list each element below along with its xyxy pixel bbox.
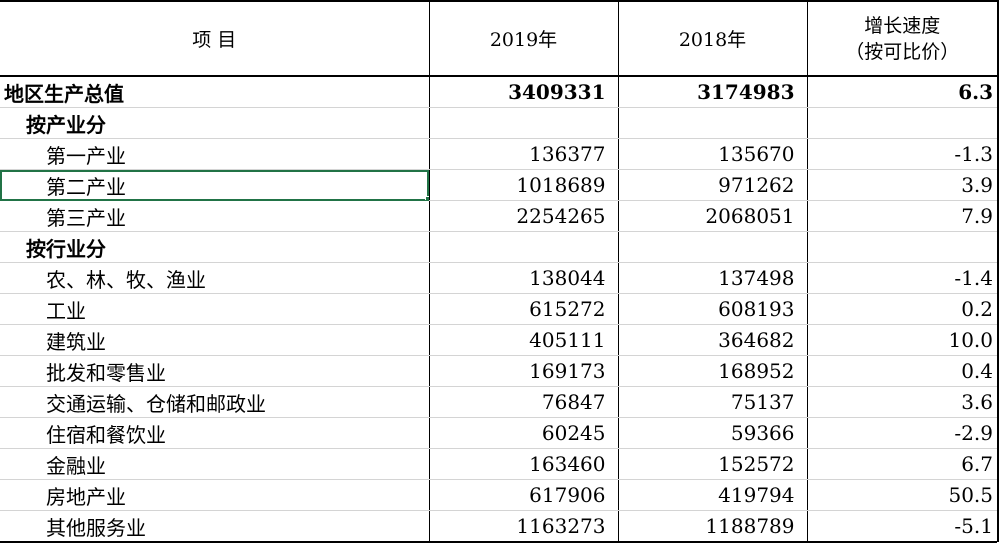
row-label-cell[interactable]: 住宿和餐饮业 bbox=[0, 417, 429, 449]
value-2019-cell[interactable]: 136377 bbox=[428, 138, 618, 170]
table-row: 农、林、牧、渔业 138044 137498 -1.4 bbox=[0, 262, 997, 294]
table-row: 房地产业 617906 419794 50.5 bbox=[0, 479, 997, 511]
table-row: 工业 615272 608193 0.2 bbox=[0, 293, 997, 325]
header-2019-label: 2019年 bbox=[489, 29, 558, 51]
value-2018-cell[interactable]: 2068051 bbox=[617, 200, 807, 232]
value-2018-cell[interactable]: 364682 bbox=[617, 324, 807, 356]
growth-cell[interactable]: -1.4 bbox=[806, 262, 997, 294]
row-label-cell[interactable]: 按产业分 bbox=[0, 107, 429, 139]
growth-cell[interactable] bbox=[806, 231, 997, 263]
growth-cell[interactable] bbox=[806, 107, 997, 139]
value-2018-cell[interactable]: 152572 bbox=[617, 448, 807, 480]
row-label-cell[interactable]: 工业 bbox=[0, 293, 429, 325]
value-2019-cell[interactable]: 1018689 bbox=[428, 169, 618, 201]
value-2018-cell[interactable]: 135670 bbox=[617, 138, 807, 170]
value-2019-cell[interactable]: 2254265 bbox=[428, 200, 618, 232]
value-2019-cell[interactable]: 163460 bbox=[428, 448, 618, 480]
header-growth-label: 增长速度 bbox=[864, 14, 941, 37]
value-2019-cell[interactable]: 138044 bbox=[428, 262, 618, 294]
growth-cell[interactable]: 6.7 bbox=[806, 448, 997, 480]
value-2018-cell[interactable]: 168952 bbox=[617, 355, 807, 387]
value-2019-cell[interactable] bbox=[428, 107, 618, 139]
header-growth-cell[interactable]: 增长速度 （按可比价） bbox=[806, 0, 997, 77]
selection-fill-handle[interactable] bbox=[424, 196, 429, 200]
value-2018-cell[interactable] bbox=[617, 107, 807, 139]
table-row: 住宿和餐饮业 60245 59366 -2.9 bbox=[0, 417, 997, 449]
growth-cell[interactable]: 3.6 bbox=[806, 386, 997, 418]
value-2018-cell[interactable]: 608193 bbox=[617, 293, 807, 325]
selected-cell[interactable]: 第二产业 bbox=[0, 169, 429, 201]
row-label-cell[interactable]: 第三产业 bbox=[0, 200, 429, 232]
table-body: 地区生产总值 3409331 3174983 6.3 按产业分 第一产业 136377 135… bbox=[0, 76, 997, 543]
value-2019-cell[interactable]: 169173 bbox=[428, 355, 618, 387]
value-2018-cell[interactable]: 3174983 bbox=[617, 76, 807, 108]
header-growth-sublabel: （按可比价） bbox=[845, 40, 960, 63]
row-label-cell[interactable]: 第一产业 bbox=[0, 138, 429, 170]
value-2018-cell[interactable]: 419794 bbox=[617, 479, 807, 511]
table-row: 批发和零售业 169173 168952 0.4 bbox=[0, 355, 997, 387]
header-2018-label: 2018年 bbox=[678, 29, 747, 51]
value-2018-cell[interactable]: 971262 bbox=[617, 169, 807, 201]
value-2018-cell[interactable]: 137498 bbox=[617, 262, 807, 294]
table-row: 建筑业 405111 364682 10.0 bbox=[0, 324, 997, 356]
table-row: 其他服务业 1163273 1188789 -5.1 bbox=[0, 510, 997, 543]
growth-cell[interactable]: 3.9 bbox=[806, 169, 997, 201]
table-row: 金融业 163460 152572 6.7 bbox=[0, 448, 997, 480]
row-label-cell[interactable]: 建筑业 bbox=[0, 324, 429, 356]
growth-cell[interactable]: 10.0 bbox=[806, 324, 997, 356]
value-2019-cell[interactable]: 3409331 bbox=[428, 76, 618, 108]
table-row: 地区生产总值 3409331 3174983 6.3 bbox=[0, 76, 997, 108]
value-2019-cell[interactable]: 1163273 bbox=[428, 510, 618, 543]
row-label-cell[interactable]: 其他服务业 bbox=[0, 510, 429, 543]
value-2019-cell[interactable] bbox=[428, 231, 618, 263]
table-row: 第一产业 136377 135670 -1.3 bbox=[0, 138, 997, 170]
table-row: 第三产业 2254265 2068051 7.9 bbox=[0, 200, 997, 232]
header-item-label: 项 目 bbox=[192, 29, 237, 51]
header-2018-cell[interactable]: 2018年 bbox=[617, 0, 807, 77]
header-2019-cell[interactable]: 2019年 bbox=[428, 0, 618, 77]
row-label-cell[interactable]: 房地产业 bbox=[0, 479, 429, 511]
header-item-cell[interactable]: 项 目 bbox=[0, 0, 429, 77]
row-label-cell[interactable]: 按行业分 bbox=[0, 231, 429, 263]
table-header: 项 目 2019年 2018年 增长速度 （按可比价） bbox=[0, 0, 997, 77]
table-row: 第二产业 1018689 971262 3.9 bbox=[0, 169, 997, 201]
value-2019-cell[interactable]: 617906 bbox=[428, 479, 618, 511]
value-2018-cell[interactable]: 75137 bbox=[617, 386, 807, 418]
row-label-cell[interactable]: 交通运输、仓储和邮政业 bbox=[0, 386, 429, 418]
row-label-cell[interactable]: 地区生产总值 bbox=[0, 76, 429, 108]
value-2018-cell[interactable]: 59366 bbox=[617, 417, 807, 449]
growth-cell[interactable]: 50.5 bbox=[806, 479, 997, 511]
table-row: 交通运输、仓储和邮政业 76847 75137 3.6 bbox=[0, 386, 997, 418]
value-2018-cell[interactable] bbox=[617, 231, 807, 263]
table-row: 按行业分 bbox=[0, 231, 997, 263]
value-2019-cell[interactable]: 76847 bbox=[428, 386, 618, 418]
growth-cell[interactable]: 6.3 bbox=[806, 76, 997, 108]
growth-cell[interactable]: -2.9 bbox=[806, 417, 997, 449]
value-2019-cell[interactable]: 405111 bbox=[428, 324, 618, 356]
growth-cell[interactable]: -1.3 bbox=[806, 138, 997, 170]
table-row: 按产业分 bbox=[0, 107, 997, 139]
growth-cell[interactable]: -5.1 bbox=[806, 510, 997, 543]
growth-cell[interactable]: 0.4 bbox=[806, 355, 997, 387]
row-label-cell[interactable]: 农、林、牧、渔业 bbox=[0, 262, 429, 294]
growth-cell[interactable]: 7.9 bbox=[806, 200, 997, 232]
row-label-cell[interactable]: 金融业 bbox=[0, 448, 429, 480]
value-2019-cell[interactable]: 615272 bbox=[428, 293, 618, 325]
growth-cell[interactable]: 0.2 bbox=[806, 293, 997, 325]
value-2019-cell[interactable]: 60245 bbox=[428, 417, 618, 449]
gdp-table: 项 目 2019年 2018年 增长速度 （按可比价） 地区生产总值 340933… bbox=[0, 0, 997, 543]
row-label-cell[interactable]: 批发和零售业 bbox=[0, 355, 429, 387]
value-2018-cell[interactable]: 1188789 bbox=[617, 510, 807, 543]
